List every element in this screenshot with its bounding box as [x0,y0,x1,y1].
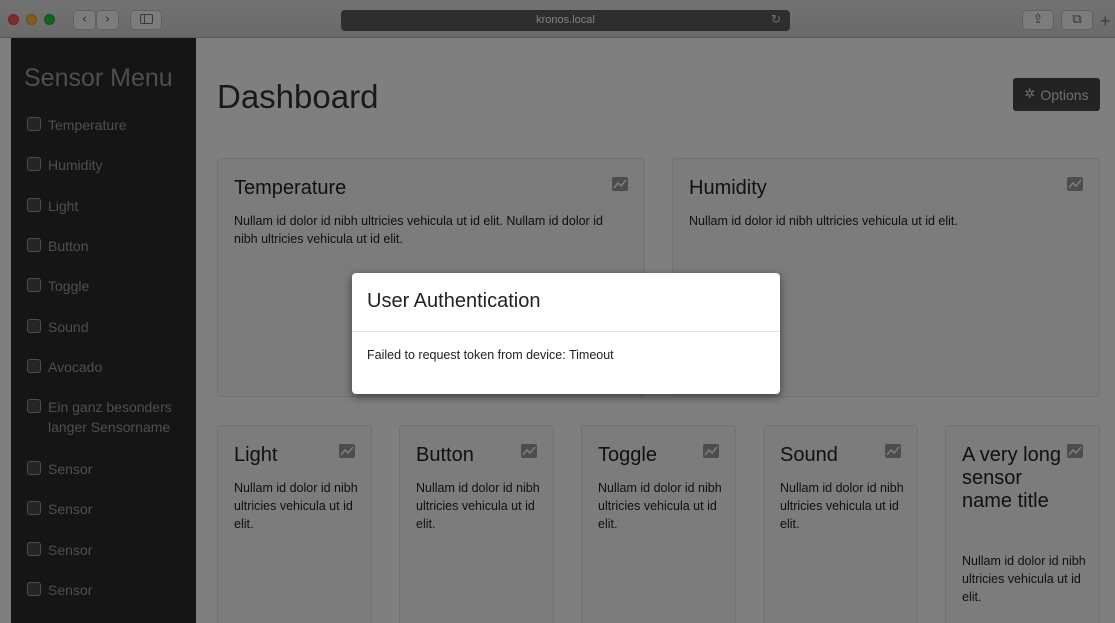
modal-message: Failed to request token from device: Tim… [367,348,614,362]
auth-modal: User Authentication Failed to request to… [352,273,780,394]
modal-divider [352,331,780,332]
modal-title: User Authentication [367,290,541,312]
